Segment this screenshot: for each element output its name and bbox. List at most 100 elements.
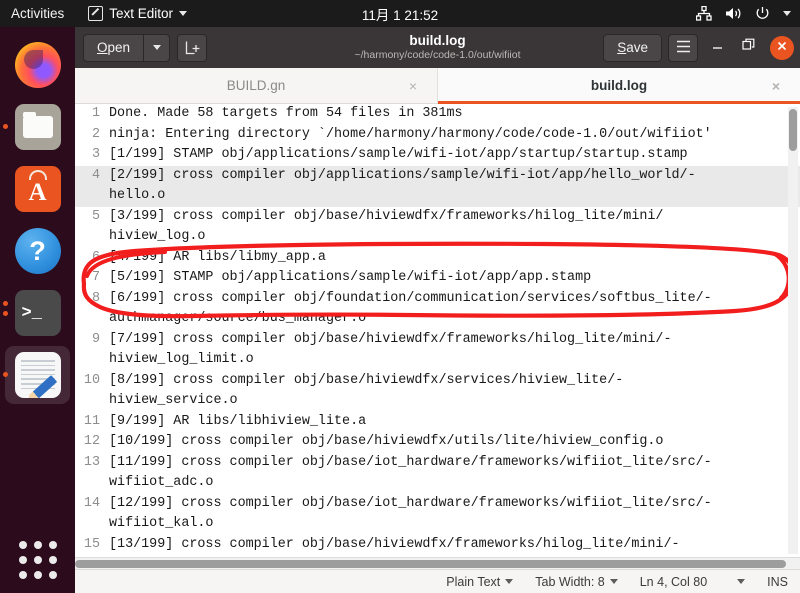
- code-line[interactable]: 9 [7/199] cross compiler obj/base/hiviewd…: [75, 330, 800, 351]
- open-dropdown-button[interactable]: [143, 33, 171, 62]
- firefox-icon: [14, 42, 61, 88]
- ubuntu-dock: A ? >_: [0, 27, 75, 593]
- running-indicator-dot: [3, 311, 8, 316]
- line-number: 4: [91, 167, 100, 183]
- tab-close-icon[interactable]: ×: [772, 79, 780, 93]
- code-line[interactable]: 3 [1/199] STAMP obj/applications/sample/w…: [75, 145, 800, 166]
- code-line-text: [11/199] cross compiler obj/base/iot_har…: [109, 454, 712, 470]
- code-line-text: [6/199] cross compiler obj/foundation/co…: [109, 290, 712, 306]
- line-number: 8: [91, 290, 100, 306]
- dock-item-files[interactable]: [0, 96, 75, 158]
- line-number-continuation: [75, 227, 105, 248]
- chevron-down-icon: [609, 579, 618, 584]
- code-line[interactable]: 15 [13/199] cross compiler obj/base/hivie…: [75, 535, 800, 556]
- code-line[interactable]: 6 [4/199] AR libs/libmy_app.a: [75, 248, 800, 269]
- dock-item-help[interactable]: ?: [0, 220, 75, 282]
- chevron-down-icon: [783, 11, 791, 16]
- save-button[interactable]: Save: [603, 33, 662, 62]
- text-editor-window: Open build.log ~/harmony/code/code-1.0/o…: [75, 27, 800, 593]
- minimize-icon: [711, 39, 724, 57]
- save-mnemonic: S: [617, 40, 627, 55]
- dock-item-terminal[interactable]: >_: [0, 282, 75, 344]
- open-button-group[interactable]: Open: [83, 33, 171, 62]
- tab-build-gn[interactable]: BUILD.gn ×: [75, 68, 438, 103]
- code-line[interactable]: 12 [10/199] cross compiler obj/base/hivie…: [75, 432, 800, 453]
- line-number: 13: [83, 454, 100, 470]
- line-number: 14: [83, 495, 100, 511]
- code-line[interactable]: 10 [8/199] cross compiler obj/base/hiview…: [75, 371, 800, 392]
- show-applications-button[interactable]: [0, 541, 75, 579]
- code-line[interactable]: 2 ninja: Entering directory `/home/harmon…: [75, 125, 800, 146]
- apps-grid-icon: [18, 541, 57, 579]
- code-line-text: [2/199] cross compiler obj/applications/…: [109, 167, 696, 183]
- insert-mode-indicator[interactable]: INS: [767, 575, 788, 589]
- code-line-text: [5/199] STAMP obj/applications/sample/wi…: [109, 270, 592, 285]
- goto-line-dropdown[interactable]: [737, 579, 746, 584]
- code-line[interactable]: 5 [3/199] cross compiler obj/base/hiviewd…: [75, 207, 800, 228]
- close-button[interactable]: [770, 35, 794, 60]
- code-line-text: [7/199] cross compiler obj/base/hiviewdf…: [109, 331, 672, 347]
- running-indicator-dot: [3, 124, 8, 129]
- dock-item-firefox[interactable]: [0, 34, 75, 96]
- tab-close-icon[interactable]: ×: [409, 79, 417, 93]
- cursor-position[interactable]: Ln 4, Col 80: [640, 575, 707, 589]
- line-number-continuation: [75, 473, 105, 494]
- code-line-text: [3/199] cross compiler obj/base/hiviewdf…: [109, 208, 664, 224]
- tab-width-label: Tab Width: 8: [535, 574, 605, 589]
- code-line[interactable]: 7 [5/199] STAMP obj/applications/sample/w…: [75, 268, 800, 289]
- dock-item-text-editor[interactable]: [0, 344, 75, 406]
- code-line[interactable]: 11 [9/199] AR libs/libhiview_lite.a: [75, 412, 800, 433]
- new-tab-button[interactable]: [177, 33, 208, 62]
- open-button[interactable]: Open: [83, 33, 144, 62]
- code-line-wrapped[interactable]: hello.o: [75, 186, 800, 207]
- code-line-text: [4/199] AR libs/libmy_app.a: [109, 249, 326, 265]
- code-line[interactable]: 1 Done. Made 58 targets from 54 files in …: [75, 104, 800, 125]
- network-icon: [696, 6, 712, 21]
- code-line[interactable]: 14 [12/199] cross compiler obj/base/iot_h…: [75, 494, 800, 515]
- line-number: 5: [91, 208, 100, 224]
- hamburger-menu-button[interactable]: [668, 33, 698, 62]
- code-line-wrapped[interactable]: wifiiot_adc.o: [75, 473, 800, 494]
- tab-width-selector[interactable]: Tab Width: 8: [535, 574, 618, 589]
- activities-button[interactable]: Activities: [0, 6, 76, 21]
- code-line-wrapped[interactable]: hiview_log.o: [75, 227, 800, 248]
- code-line[interactable]: 13 [11/199] cross compiler obj/base/iot_h…: [75, 453, 800, 474]
- horizontal-scrollbar-thumb[interactable]: [75, 560, 786, 568]
- code-line-text: [9/199] AR libs/libhiview_lite.a: [109, 413, 367, 429]
- horizontal-scrollbar[interactable]: [75, 557, 800, 569]
- editor-text-area[interactable]: 1 Done. Made 58 targets from 54 files in …: [75, 104, 800, 557]
- save-label: ave: [626, 40, 648, 55]
- tab-bar: BUILD.gn × build.log ×: [75, 68, 800, 104]
- app-menu-button[interactable]: Text Editor: [88, 6, 188, 21]
- code-line-text: ninja: Entering directory `/home/harmony…: [109, 126, 712, 142]
- code-line[interactable]: 8 [6/199] cross compiler obj/foundation/c…: [75, 289, 800, 310]
- code-line[interactable]: 4 [2/199] cross compiler obj/applications…: [75, 165, 800, 186]
- tab-build-log[interactable]: build.log ×: [438, 68, 800, 104]
- text-editor-icon: [88, 6, 104, 21]
- software-glyph: A: [28, 179, 47, 206]
- code-line-text: hiview_log_limit.o: [109, 352, 254, 367]
- minimize-button[interactable]: [704, 35, 730, 61]
- code-line-wrapped[interactable]: hiview_log_limit.o: [75, 350, 800, 371]
- files-icon: [14, 104, 61, 150]
- chevron-down-icon: [152, 45, 161, 50]
- code-lines-container[interactable]: 1 Done. Made 58 targets from 54 files in …: [75, 104, 800, 557]
- vertical-scrollbar[interactable]: [788, 107, 798, 554]
- maximize-button[interactable]: [736, 35, 762, 61]
- system-status-area[interactable]: [696, 6, 791, 21]
- code-line-wrapped[interactable]: authmanager/source/bus_manager.o: [75, 309, 800, 330]
- code-line-wrapped[interactable]: wifiiot_kal.o: [75, 514, 800, 535]
- dock-item-ubuntu-software[interactable]: A: [0, 158, 75, 220]
- code-line-text: hello.o: [109, 188, 166, 203]
- chevron-down-icon: [179, 11, 188, 16]
- help-icon: ?: [14, 228, 61, 274]
- line-number: 9: [91, 331, 100, 347]
- language-selector[interactable]: Plain Text: [446, 575, 514, 589]
- terminal-icon: >_: [14, 290, 61, 336]
- line-number-continuation: [75, 514, 105, 535]
- code-line-text: authmanager/source/bus_manager.o: [109, 311, 367, 326]
- line-number-continuation: [75, 350, 105, 371]
- vertical-scrollbar-thumb[interactable]: [789, 109, 797, 151]
- running-indicator-dot: [3, 372, 8, 377]
- code-line-wrapped[interactable]: hiview_service.o: [75, 391, 800, 412]
